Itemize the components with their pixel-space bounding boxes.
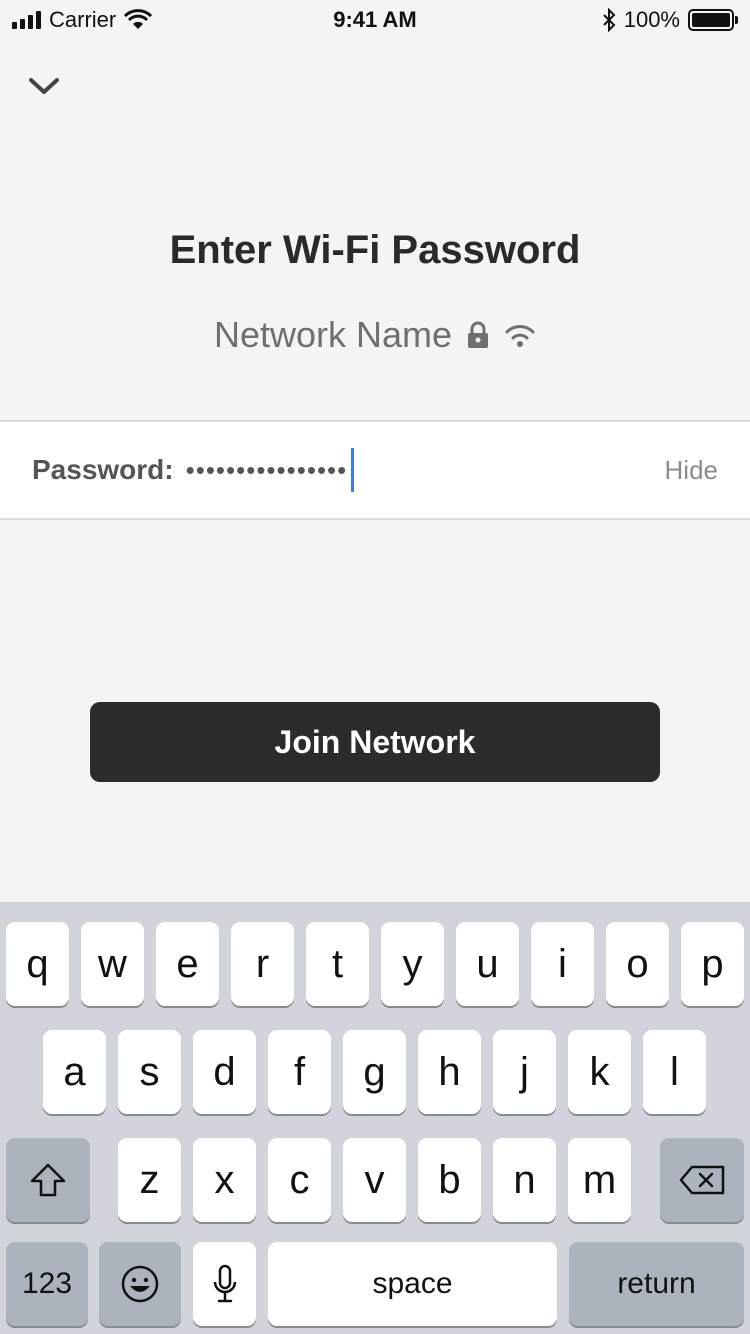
key-a[interactable]: a <box>43 1030 106 1114</box>
keyboard-row-3: zxcvbnm <box>0 1138 750 1222</box>
key-o[interactable]: o <box>606 922 669 1006</box>
key-p[interactable]: p <box>681 922 744 1006</box>
collapse-button[interactable] <box>20 64 68 108</box>
key-h[interactable]: h <box>418 1030 481 1114</box>
carrier-name: Carrier <box>49 7 117 32</box>
password-label: Password: <box>32 454 174 485</box>
key-l[interactable]: l <box>643 1030 706 1114</box>
key-j[interactable]: j <box>493 1030 556 1114</box>
shift-icon <box>30 1163 66 1197</box>
key-b[interactable]: b <box>418 1138 481 1222</box>
password-field-row: Password: •••••••••••••••• Hide <box>0 420 750 520</box>
key-d[interactable]: d <box>193 1030 256 1114</box>
key-f[interactable]: f <box>268 1030 331 1114</box>
key-c[interactable]: c <box>268 1138 331 1222</box>
password-input[interactable]: •••••••••••••••• <box>186 455 348 486</box>
key-q[interactable]: q <box>6 922 69 1006</box>
page-title: Enter Wi-Fi Password <box>169 228 581 272</box>
network-info: Network Name <box>0 314 750 356</box>
status-bar: Carrier 9:41 AM 100% <box>0 0 750 40</box>
key-k[interactable]: k <box>568 1030 631 1114</box>
keyboard-row-4: 123 space return <box>0 1242 750 1326</box>
key-w[interactable]: w <box>81 922 144 1006</box>
signal-strength-icon <box>12 11 41 29</box>
key-m[interactable]: m <box>568 1138 631 1222</box>
shift-key[interactable] <box>6 1138 90 1222</box>
backspace-icon <box>679 1165 725 1195</box>
keyboard-row-1: qwertyuiop <box>0 922 750 1006</box>
key-g[interactable]: g <box>343 1030 406 1114</box>
key-z[interactable]: z <box>118 1138 181 1222</box>
space-key[interactable]: space <box>268 1242 557 1326</box>
lock-icon <box>468 321 489 348</box>
status-right: 100% <box>602 7 738 33</box>
battery-percent: 100% <box>623 7 680 32</box>
status-left: Carrier <box>12 7 153 33</box>
wifi-icon <box>505 325 535 347</box>
key-e[interactable]: e <box>156 922 219 1006</box>
hide-password-button[interactable]: Hide <box>665 455 718 486</box>
dictation-key[interactable] <box>193 1242 256 1326</box>
numbers-key[interactable]: 123 <box>6 1242 88 1326</box>
key-s[interactable]: s <box>118 1030 181 1114</box>
keyboard: qwertyuiop asdfghjkl zxcvbnm 123 space r… <box>0 902 750 1334</box>
delete-key[interactable] <box>660 1138 744 1222</box>
join-network-button[interactable]: Join Network <box>90 702 660 782</box>
emoji-icon <box>121 1265 159 1303</box>
microphone-icon <box>213 1264 236 1303</box>
bluetooth-icon <box>603 8 616 32</box>
key-t[interactable]: t <box>306 922 369 1006</box>
battery-icon <box>688 9 738 31</box>
key-n[interactable]: n <box>493 1138 556 1222</box>
chevron-down-icon <box>29 78 59 94</box>
wifi-status-icon <box>124 9 153 29</box>
key-r[interactable]: r <box>231 922 294 1006</box>
key-y[interactable]: y <box>381 922 444 1006</box>
emoji-key[interactable] <box>99 1242 181 1326</box>
return-key[interactable]: return <box>569 1242 744 1326</box>
key-x[interactable]: x <box>193 1138 256 1222</box>
keyboard-row-2: asdfghjkl <box>0 1030 750 1114</box>
key-v[interactable]: v <box>343 1138 406 1222</box>
key-i[interactable]: i <box>531 922 594 1006</box>
key-u[interactable]: u <box>456 922 519 1006</box>
text-cursor <box>351 448 355 492</box>
network-name: Network Name <box>213 314 453 355</box>
